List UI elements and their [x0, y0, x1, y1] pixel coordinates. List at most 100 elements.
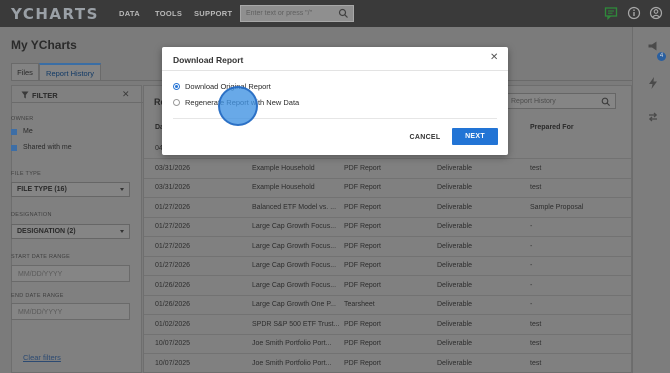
start-date-input[interactable]: MM/DD/YYYY: [11, 265, 130, 282]
cell-date: 03/31/2026: [155, 184, 191, 191]
chevron-down-icon: [120, 188, 124, 191]
cell-name: Balanced ETF Model vs. ...: [252, 203, 337, 211]
regenerate-report-radio[interactable]: [173, 99, 180, 106]
global-search-input[interactable]: Enter text or press "/": [240, 5, 354, 22]
cell-prepared-for: test: [530, 340, 542, 347]
cell-date: 10/07/2025: [155, 340, 191, 347]
filter-title: FILTER: [32, 91, 58, 100]
next-button[interactable]: NEXT: [452, 128, 498, 145]
tab-report-history[interactable]: Report History: [39, 63, 101, 80]
owner-shared-checkbox[interactable]: [11, 145, 17, 151]
swap-icon[interactable]: [647, 111, 659, 123]
notification-badge: 4: [657, 52, 666, 61]
filter-close-icon[interactable]: ✕: [122, 89, 130, 100]
cell-prepared-for: test: [530, 184, 542, 191]
table-row[interactable]: 10/07/2025 Joe Smith Portfolio Port... PDF…: [144, 355, 631, 373]
column-header-prepared-for[interactable]: Prepared For: [530, 124, 574, 131]
table-row[interactable]: 01/27/2026 Large Cap Growth Focus... PDF R…: [144, 257, 631, 276]
cell-name: SPDR S&P 500 ETF Trust...: [252, 320, 340, 328]
start-date-placeholder: MM/DD/YYYY: [18, 271, 63, 278]
announcement-icon[interactable]: [647, 40, 659, 52]
cell-date: 01/26/2026: [155, 301, 191, 308]
lightning-icon[interactable]: [647, 76, 659, 90]
cell-designation: Deliverable: [437, 281, 473, 289]
file-type-select[interactable]: FILE TYPE (16): [11, 182, 130, 197]
click-indicator: [218, 86, 258, 126]
info-icon[interactable]: [627, 6, 641, 20]
cell-name: Example Household: [252, 184, 315, 191]
cell-prepared-for: -: [530, 223, 533, 230]
designation-select[interactable]: DESIGNATION (2): [11, 224, 130, 239]
search-icon[interactable]: [338, 8, 349, 19]
cell-type: PDF Report: [344, 164, 381, 172]
end-date-input[interactable]: MM/DD/YYYY: [11, 303, 130, 320]
cell-prepared-for: test: [530, 320, 542, 328]
table-row[interactable]: 03/31/2026 Example Household PDF Report Del…: [144, 179, 631, 198]
table-row[interactable]: 03/31/2026 Example Household PDF Report Del…: [144, 160, 631, 179]
dialog-header: Download Report ✕: [162, 47, 508, 71]
start-date-label: START DATE RANGE: [11, 254, 71, 260]
search-placeholder: Enter text or press "/": [246, 10, 313, 17]
chat-icon[interactable]: [604, 6, 618, 20]
clear-filters-link[interactable]: Clear filters: [23, 353, 61, 362]
table-row[interactable]: 01/27/2026 Large Cap Growth Focus... PDF R…: [144, 238, 631, 257]
cell-type: PDF Report: [344, 340, 381, 347]
cell-type: PDF Report: [344, 262, 381, 269]
search-icon[interactable]: [601, 97, 611, 107]
file-type-label: FILE TYPE: [11, 171, 42, 177]
nav-tools[interactable]: TOOLS: [155, 9, 182, 18]
cell-designation: Deliverable: [437, 320, 473, 328]
report-history-search-input[interactable]: Report History: [504, 93, 616, 109]
cell-date: 01/26/2026: [155, 281, 191, 289]
cell-type: PDF Report: [344, 223, 381, 230]
end-date-placeholder: MM/DD/YYYY: [18, 309, 63, 316]
dialog-title: Download Report: [173, 55, 244, 65]
download-original-radio[interactable]: [173, 83, 180, 90]
designation-value: DESIGNATION (2): [17, 228, 76, 235]
filter-header: FILTER ✕: [12, 86, 143, 103]
chevron-down-icon: [120, 230, 124, 233]
cell-name: Example Household: [252, 164, 315, 172]
table-row[interactable]: 01/26/2026 Large Cap Growth Focus... PDF R…: [144, 277, 631, 296]
report-search-placeholder: Report History: [511, 98, 556, 105]
cell-prepared-for: test: [530, 164, 542, 172]
user-account-icon[interactable]: [649, 6, 663, 20]
cell-designation: Deliverable: [437, 184, 473, 191]
cell-type: PDF Report: [344, 203, 381, 211]
table-row[interactable]: 10/07/2025 Joe Smith Portfolio Port... PDF…: [144, 335, 631, 354]
close-icon[interactable]: ✕: [490, 52, 498, 63]
designation-label: DESIGNATION: [11, 212, 52, 218]
nav-support[interactable]: SUPPORT: [194, 9, 232, 18]
cell-type: Tearsheet: [344, 301, 375, 308]
owner-shared-label: Shared with me: [23, 144, 72, 151]
tab-files[interactable]: Files: [11, 63, 39, 80]
table-row[interactable]: 01/26/2026 Large Cap Growth One P... Tears…: [144, 296, 631, 315]
cell-name: Joe Smith Portfolio Port...: [252, 359, 332, 367]
cell-prepared-for: test: [530, 359, 542, 367]
cell-date: 01/27/2026: [155, 223, 191, 230]
owner-me-checkbox[interactable]: [11, 129, 17, 135]
filter-icon: [21, 91, 29, 99]
owner-me-label: Me: [23, 128, 33, 135]
cell-type: PDF Report: [344, 242, 381, 250]
cell-date: 01/02/2026: [155, 320, 191, 328]
cell-date: 10/07/2025: [155, 359, 191, 367]
cell-name: Joe Smith Portfolio Port...: [252, 340, 332, 347]
cell-designation: Deliverable: [437, 301, 473, 308]
cell-date: 01/27/2026: [155, 203, 191, 211]
cell-name: Large Cap Growth One P...: [252, 301, 336, 308]
download-report-dialog: Download Report ✕ Download Original Repo…: [162, 47, 508, 155]
cell-designation: Deliverable: [437, 359, 473, 367]
cell-designation: Deliverable: [437, 242, 473, 250]
cell-name: Large Cap Growth Focus...: [252, 262, 337, 269]
cancel-button[interactable]: CANCEL: [408, 131, 442, 145]
table-row[interactable]: 01/27/2026 Large Cap Growth Focus... PDF R…: [144, 218, 631, 237]
cell-name: Large Cap Growth Focus...: [252, 223, 337, 230]
cell-date: 03/31/2026: [155, 164, 191, 172]
cell-designation: Deliverable: [437, 340, 473, 347]
ycharts-logo[interactable]: YCHARTS: [11, 5, 99, 23]
nav-data[interactable]: DATA: [119, 9, 140, 18]
file-type-value: FILE TYPE (16): [17, 186, 67, 193]
table-row[interactable]: 01/27/2026 Balanced ETF Model vs. ... PDF …: [144, 199, 631, 218]
table-row[interactable]: 01/02/2026 SPDR S&P 500 ETF Trust... PDF R…: [144, 316, 631, 335]
